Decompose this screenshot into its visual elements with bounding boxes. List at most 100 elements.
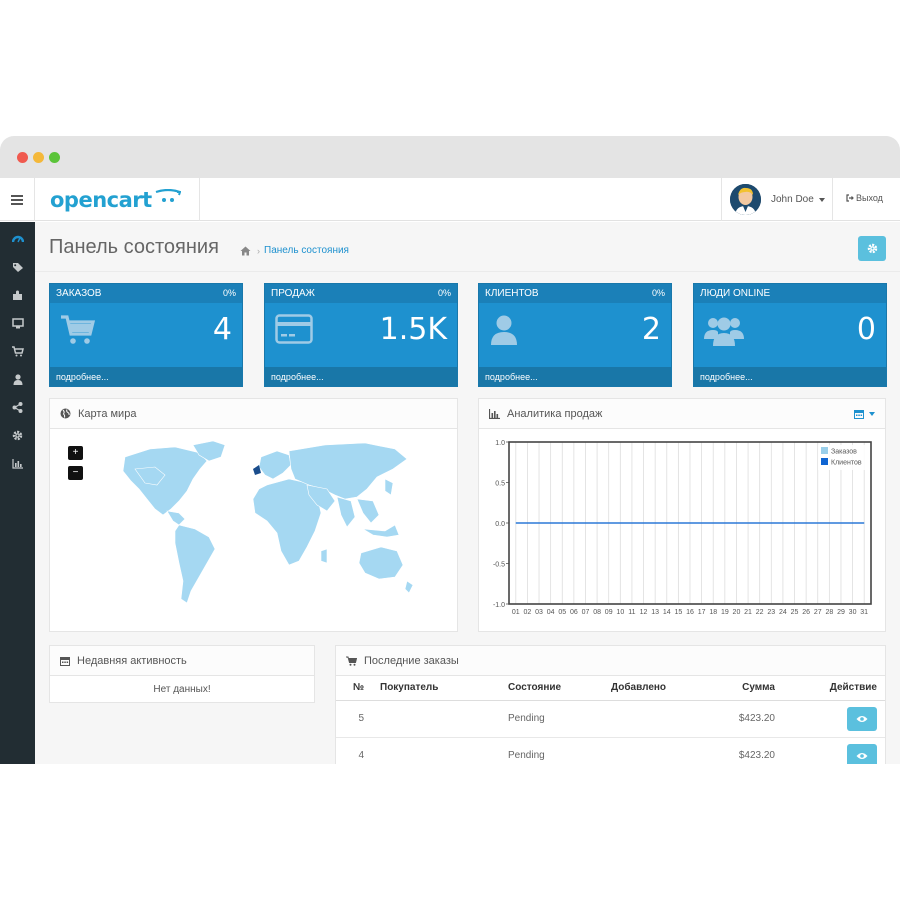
logout-label: Выход [856, 193, 883, 203]
tile-more-link[interactable]: подробнее... [265, 367, 457, 386]
minimize-window-icon[interactable] [33, 152, 44, 163]
tile-more-link[interactable]: подробнее... [694, 367, 886, 386]
x-tick-label: 15 [674, 609, 682, 616]
sidebar-item-extensions[interactable] [0, 281, 35, 309]
latest-orders-panel: Последние заказы № Покупатель Состояние … [335, 645, 886, 764]
column-header[interactable]: Добавлено [603, 676, 713, 701]
legend-label: Заказов [831, 449, 857, 456]
home-icon[interactable] [240, 246, 251, 256]
view-order-button[interactable] [847, 743, 877, 764]
order-customer [372, 700, 500, 738]
user-menu[interactable]: John Doe [721, 178, 833, 221]
column-header[interactable]: № [336, 676, 372, 701]
sidebar-item-design[interactable] [0, 309, 35, 337]
x-tick-label: 21 [744, 609, 752, 616]
panel-heading: Карта мира [50, 399, 457, 429]
tile-people-online: ЛЮДИ ONLINE 0 подробнее... [693, 283, 887, 387]
sidebar-item-catalog[interactable] [0, 253, 35, 281]
cart-logo-icon [155, 188, 181, 202]
main-content: Панель состояния › Панель состояния ЗАКА… [35, 222, 900, 764]
y-tick-label: 0.0 [495, 521, 505, 528]
x-tick-label: 30 [849, 609, 857, 616]
breadcrumb: › Панель состояния [240, 245, 349, 256]
tile-orders: ЗАКАЗОВ 0% 4 подробнее... [49, 283, 243, 387]
table-row: 5 Pending $423.20 [336, 700, 885, 738]
order-status: Pending [500, 737, 603, 764]
tile-customers: КЛИЕНТОВ 0% 2 подробнее... [478, 283, 672, 387]
tile-percent: 0% [651, 288, 665, 298]
x-tick-label: 05 [558, 609, 566, 616]
column-header[interactable]: Сумма [713, 676, 783, 701]
zoom-out-button[interactable]: − [68, 466, 83, 480]
x-tick-label: 04 [547, 609, 555, 616]
order-customer [372, 737, 500, 764]
sidebar-item-marketing[interactable] [0, 393, 35, 421]
tile-more-link[interactable]: подробнее... [50, 367, 242, 386]
users-icon [704, 314, 744, 351]
date-range-dropdown[interactable] [854, 409, 875, 419]
x-tick-label: 13 [651, 609, 659, 616]
sales-line-chart: 1.0 0.5 0.0 -0.5 -1.0 01 02 03 04 05 06 07 08 09 10 11 1… [493, 440, 872, 616]
hamburger-icon [11, 198, 23, 201]
world-map-panel: Карта мира + − [49, 398, 458, 632]
breadcrumb-link[interactable]: Панель состояния [264, 245, 349, 256]
y-tick-label: 1.0 [495, 440, 505, 447]
x-tick-label: 23 [767, 609, 775, 616]
calendar-icon [854, 409, 864, 419]
cog-icon [867, 243, 877, 254]
credit-card-icon [275, 314, 313, 349]
cog-icon [12, 430, 23, 440]
order-total: $423.20 [713, 737, 783, 764]
globe-icon [60, 408, 71, 419]
close-window-icon[interactable] [17, 152, 28, 163]
sidebar [0, 222, 35, 764]
sidebar-item-system[interactable] [0, 421, 35, 449]
panel-heading: Последние заказы [336, 646, 885, 676]
bar-chart-icon [489, 408, 500, 419]
world-map[interactable] [95, 439, 415, 614]
column-header: Действие [783, 676, 885, 701]
empty-message: Нет данных! [153, 684, 211, 695]
sidebar-item-dashboard[interactable] [0, 225, 35, 253]
legend-label: Клиентов [831, 460, 862, 467]
zoom-in-button[interactable]: + [68, 446, 83, 460]
bar-chart-icon [11, 458, 23, 469]
panel-title: Недавняя активность [77, 654, 187, 667]
sign-out-icon [846, 194, 854, 202]
x-tick-label: 31 [860, 609, 868, 616]
x-tick-label: 02 [524, 609, 532, 616]
x-tick-label: 20 [733, 609, 741, 616]
eye-icon [856, 715, 868, 722]
logo[interactable]: opencart [35, 178, 200, 221]
sidebar-item-customers[interactable] [0, 365, 35, 393]
menu-toggle-button[interactable] [0, 178, 35, 221]
column-header[interactable]: Покупатель [372, 676, 500, 701]
x-tick-label: 28 [825, 609, 833, 616]
view-order-button[interactable] [847, 706, 877, 731]
order-date [603, 737, 713, 764]
page-title: Панель состояния [49, 236, 219, 258]
logout-link[interactable]: Выход [846, 193, 883, 203]
maximize-window-icon[interactable] [49, 152, 60, 163]
x-tick-label: 22 [756, 609, 764, 616]
tile-percent: 0% [437, 288, 451, 298]
x-tick-label: 26 [802, 609, 810, 616]
column-header[interactable]: Состояние [500, 676, 603, 701]
order-id: 4 [336, 737, 372, 764]
order-action-cell [783, 737, 885, 764]
order-total: $423.20 [713, 700, 783, 738]
tags-icon [12, 262, 23, 272]
sidebar-item-sales[interactable] [0, 337, 35, 365]
tile-more-link[interactable]: подробнее... [479, 367, 671, 386]
sidebar-item-reports[interactable] [0, 449, 35, 477]
table-row: 4 Pending $423.20 [336, 737, 885, 764]
recent-activity-panel: Недавняя активность Нет данных! [49, 645, 315, 703]
user-name: John Doe [771, 194, 814, 205]
cart-icon [346, 656, 357, 666]
settings-button[interactable] [858, 236, 886, 261]
tile-percent: 0% [222, 288, 236, 298]
calendar-icon [60, 656, 70, 666]
legend-swatch [821, 458, 828, 465]
tile-label: ПРОДАЖ [265, 284, 457, 303]
x-tick-label: 27 [814, 609, 822, 616]
